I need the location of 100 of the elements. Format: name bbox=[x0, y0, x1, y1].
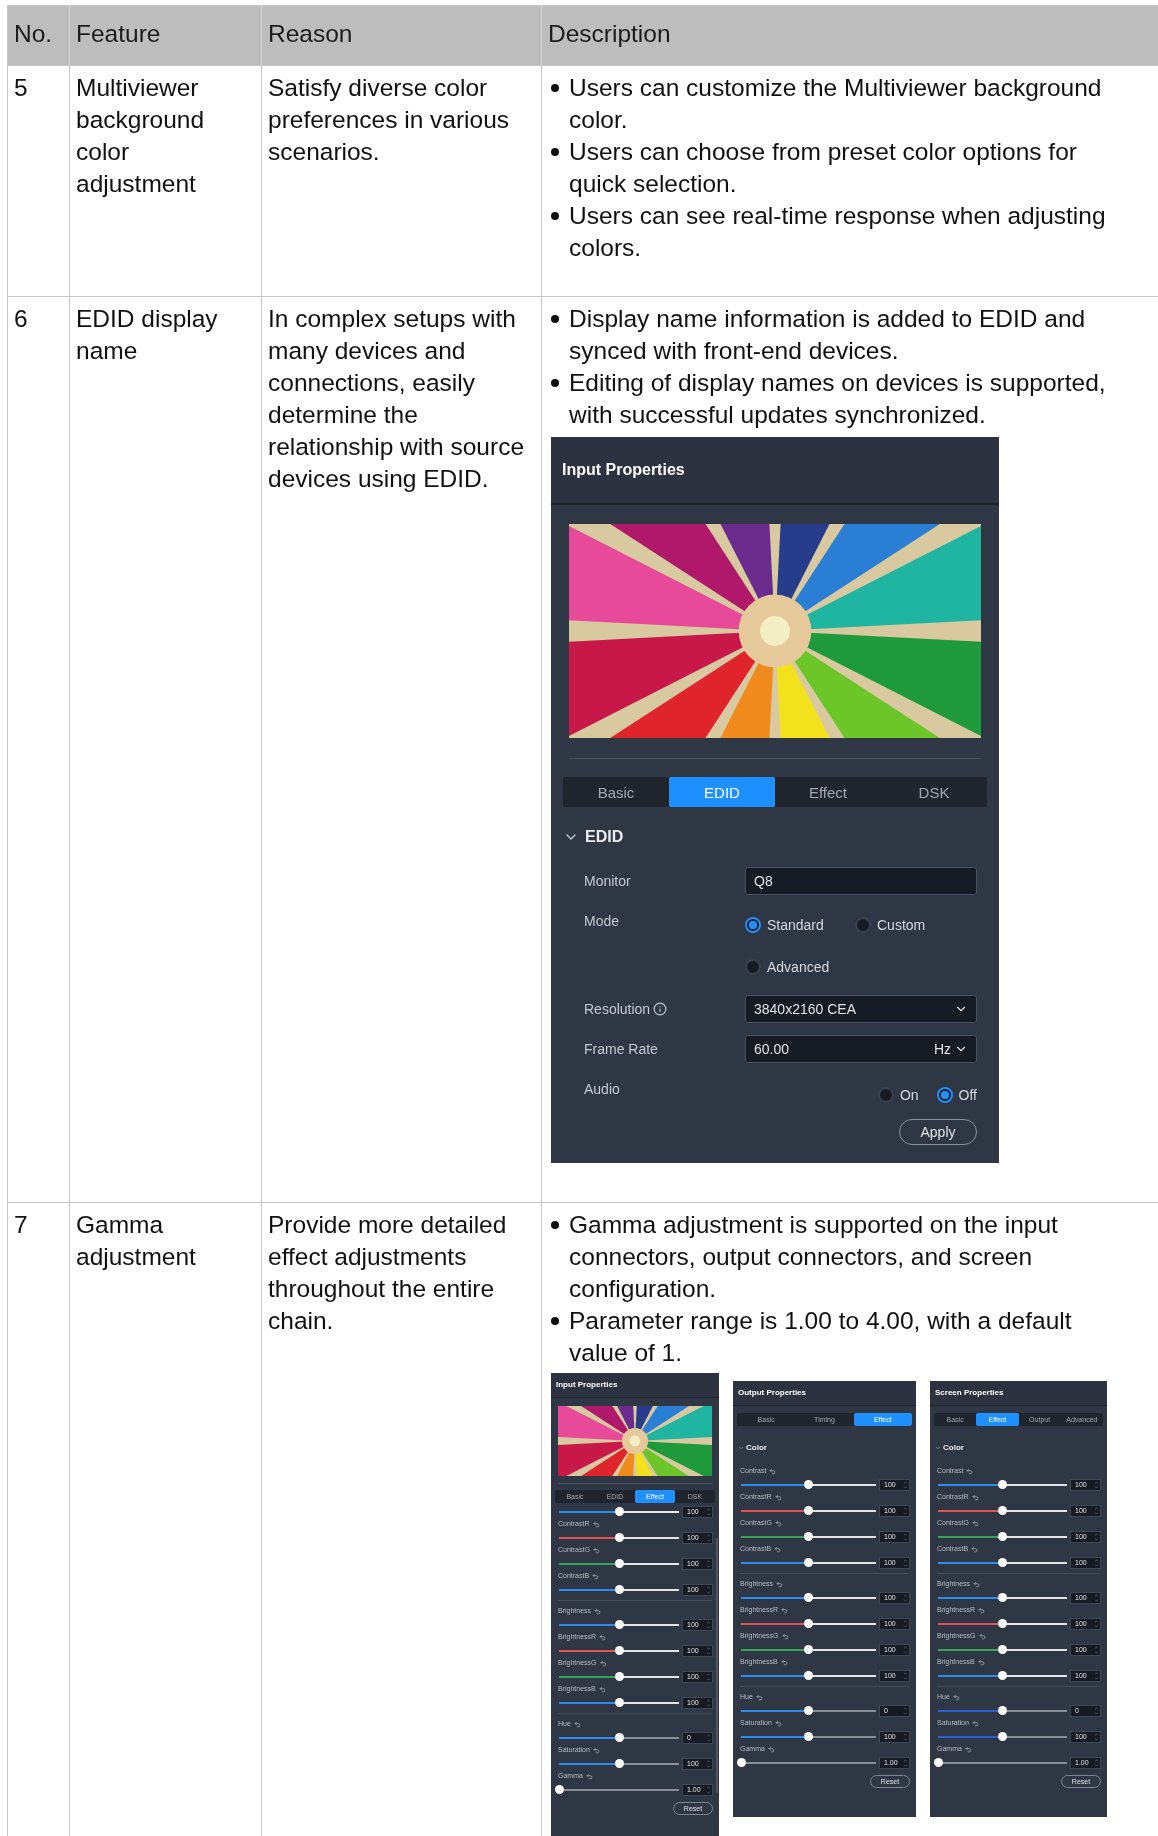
radio-option[interactable]: Custom bbox=[855, 909, 965, 941]
slider-thumb[interactable] bbox=[998, 1619, 1007, 1628]
reset-icon[interactable] bbox=[769, 1467, 777, 1475]
bullet-dot bbox=[551, 1221, 559, 1229]
reset-icon[interactable] bbox=[585, 1772, 593, 1780]
slider-thumb[interactable] bbox=[614, 1733, 624, 1742]
slider-thumb[interactable] bbox=[998, 1706, 1007, 1715]
reset-icon[interactable] bbox=[966, 1467, 974, 1475]
reset-icon[interactable] bbox=[592, 1746, 600, 1754]
slider-thumb[interactable] bbox=[614, 1672, 624, 1681]
slider-thumb[interactable] bbox=[998, 1732, 1007, 1741]
tab[interactable]: Effect bbox=[775, 777, 881, 807]
scrollbar[interactable] bbox=[716, 1538, 718, 1793]
panel-title: Output Properties bbox=[738, 1387, 806, 1399]
slider-thumb[interactable] bbox=[998, 1645, 1007, 1654]
slider-thumb[interactable] bbox=[614, 1759, 624, 1768]
description-item: Gamma adjustment is supported on the input connectors, output connectors, and screen configuration. bbox=[569, 1210, 1059, 1304]
description-item: Parameter range is 1.00 to 4.00, with a default value of 1. bbox=[569, 1306, 1073, 1368]
reset-icon[interactable] bbox=[971, 1519, 979, 1527]
reset-icon[interactable] bbox=[774, 1719, 782, 1727]
table-cell: 5 bbox=[8, 66, 70, 297]
slider-thumb[interactable] bbox=[736, 1758, 746, 1767]
slider-thumb[interactable] bbox=[804, 1593, 813, 1602]
section-title: Color bbox=[943, 1442, 964, 1454]
reset-icon[interactable] bbox=[774, 1545, 782, 1553]
reset-icon[interactable] bbox=[592, 1546, 600, 1554]
bullet-dot bbox=[551, 379, 559, 387]
reset-icon[interactable] bbox=[774, 1519, 782, 1527]
slider-thumb[interactable] bbox=[998, 1480, 1007, 1489]
slider-thumb[interactable] bbox=[804, 1480, 813, 1489]
reset-icon[interactable] bbox=[592, 1520, 600, 1528]
slider-thumb[interactable] bbox=[804, 1558, 813, 1567]
reset-icon[interactable] bbox=[978, 1606, 986, 1614]
reset-icon[interactable] bbox=[971, 1545, 979, 1553]
slider-thumb[interactable] bbox=[804, 1671, 813, 1680]
slider-thumb[interactable] bbox=[614, 1646, 624, 1655]
slider-thumb[interactable] bbox=[998, 1558, 1007, 1567]
slider-thumb[interactable] bbox=[933, 1758, 943, 1767]
slider-thumb[interactable] bbox=[998, 1506, 1007, 1515]
radio-option[interactable]: Advanced bbox=[745, 951, 855, 983]
reset-icon[interactable] bbox=[599, 1659, 607, 1667]
panel-title: Input Properties bbox=[556, 1379, 618, 1391]
radio-button[interactable] bbox=[855, 917, 871, 933]
slider-thumb[interactable] bbox=[554, 1785, 564, 1794]
slider-thumb[interactable] bbox=[804, 1619, 813, 1628]
slider-thumb[interactable] bbox=[804, 1645, 813, 1654]
tab[interactable]: DSK bbox=[881, 777, 987, 807]
reset-icon[interactable] bbox=[973, 1580, 981, 1588]
reset-icon[interactable] bbox=[599, 1633, 607, 1641]
description-item: Users can see real-time response when adjusting colors. bbox=[569, 201, 1107, 263]
slider-thumb[interactable] bbox=[998, 1671, 1007, 1680]
reset-icon[interactable] bbox=[594, 1607, 602, 1615]
bullet-dot bbox=[551, 84, 559, 92]
reset-icon[interactable] bbox=[598, 1685, 606, 1693]
radio-button[interactable] bbox=[936, 1087, 953, 1103]
table-cell: Gamma adjustment bbox=[70, 1203, 262, 1836]
slider-thumb[interactable] bbox=[804, 1732, 813, 1741]
reset-icon[interactable] bbox=[776, 1580, 784, 1588]
radio-option[interactable]: Off bbox=[936, 1079, 977, 1111]
slider-thumb[interactable] bbox=[804, 1706, 813, 1715]
radio-button[interactable] bbox=[877, 1087, 894, 1103]
slider-thumb[interactable] bbox=[804, 1532, 813, 1541]
bullet-dot bbox=[551, 315, 559, 323]
bullet-dot bbox=[551, 212, 559, 220]
bullet-dot bbox=[551, 148, 559, 156]
slider-thumb[interactable] bbox=[998, 1593, 1007, 1602]
radio-button[interactable] bbox=[745, 917, 761, 933]
slider-thumb[interactable] bbox=[614, 1698, 624, 1707]
reset-icon[interactable] bbox=[952, 1693, 960, 1701]
slider-thumb[interactable] bbox=[614, 1533, 624, 1542]
reset-icon[interactable] bbox=[767, 1745, 775, 1753]
reset-icon[interactable] bbox=[978, 1632, 986, 1640]
monitor-input[interactable]: Q8 bbox=[745, 867, 977, 895]
slider-thumb[interactable] bbox=[998, 1532, 1007, 1541]
dropdown[interactable]: 3840x2160 CEA bbox=[745, 995, 977, 1023]
reset-icon[interactable] bbox=[755, 1693, 763, 1701]
reset-icon[interactable] bbox=[964, 1745, 972, 1753]
reset-icon[interactable] bbox=[971, 1493, 979, 1501]
section-title: Color bbox=[746, 1442, 767, 1454]
radio-option[interactable]: On bbox=[877, 1079, 919, 1111]
radio-button[interactable] bbox=[745, 959, 761, 975]
slider-thumb[interactable] bbox=[614, 1620, 624, 1629]
reset-icon[interactable] bbox=[774, 1493, 782, 1501]
reset-icon[interactable] bbox=[780, 1658, 788, 1666]
slider-thumb[interactable] bbox=[614, 1507, 624, 1516]
slider-thumb[interactable] bbox=[804, 1506, 813, 1515]
reset-icon[interactable] bbox=[781, 1606, 789, 1614]
reset-icon[interactable] bbox=[977, 1658, 985, 1666]
radio-option[interactable]: Standard bbox=[745, 909, 855, 941]
table-cell: In complex setups with many devices and connections, easily determine the relationship with source devices using EDID. bbox=[262, 297, 542, 1203]
slider-thumb[interactable] bbox=[614, 1585, 624, 1594]
description-item: Display name information is added to EDID and synced with front-end devices. bbox=[569, 304, 1087, 366]
reset-icon[interactable] bbox=[592, 1572, 600, 1580]
tab[interactable]: Basic bbox=[563, 777, 669, 807]
slider-thumb[interactable] bbox=[614, 1559, 624, 1568]
reset-icon[interactable] bbox=[781, 1632, 789, 1640]
reset-icon[interactable] bbox=[971, 1719, 979, 1727]
table-cell: 6 bbox=[8, 297, 70, 1203]
reset-icon[interactable] bbox=[573, 1720, 581, 1728]
dropdown[interactable]: 60.00 Hz bbox=[745, 1035, 977, 1063]
